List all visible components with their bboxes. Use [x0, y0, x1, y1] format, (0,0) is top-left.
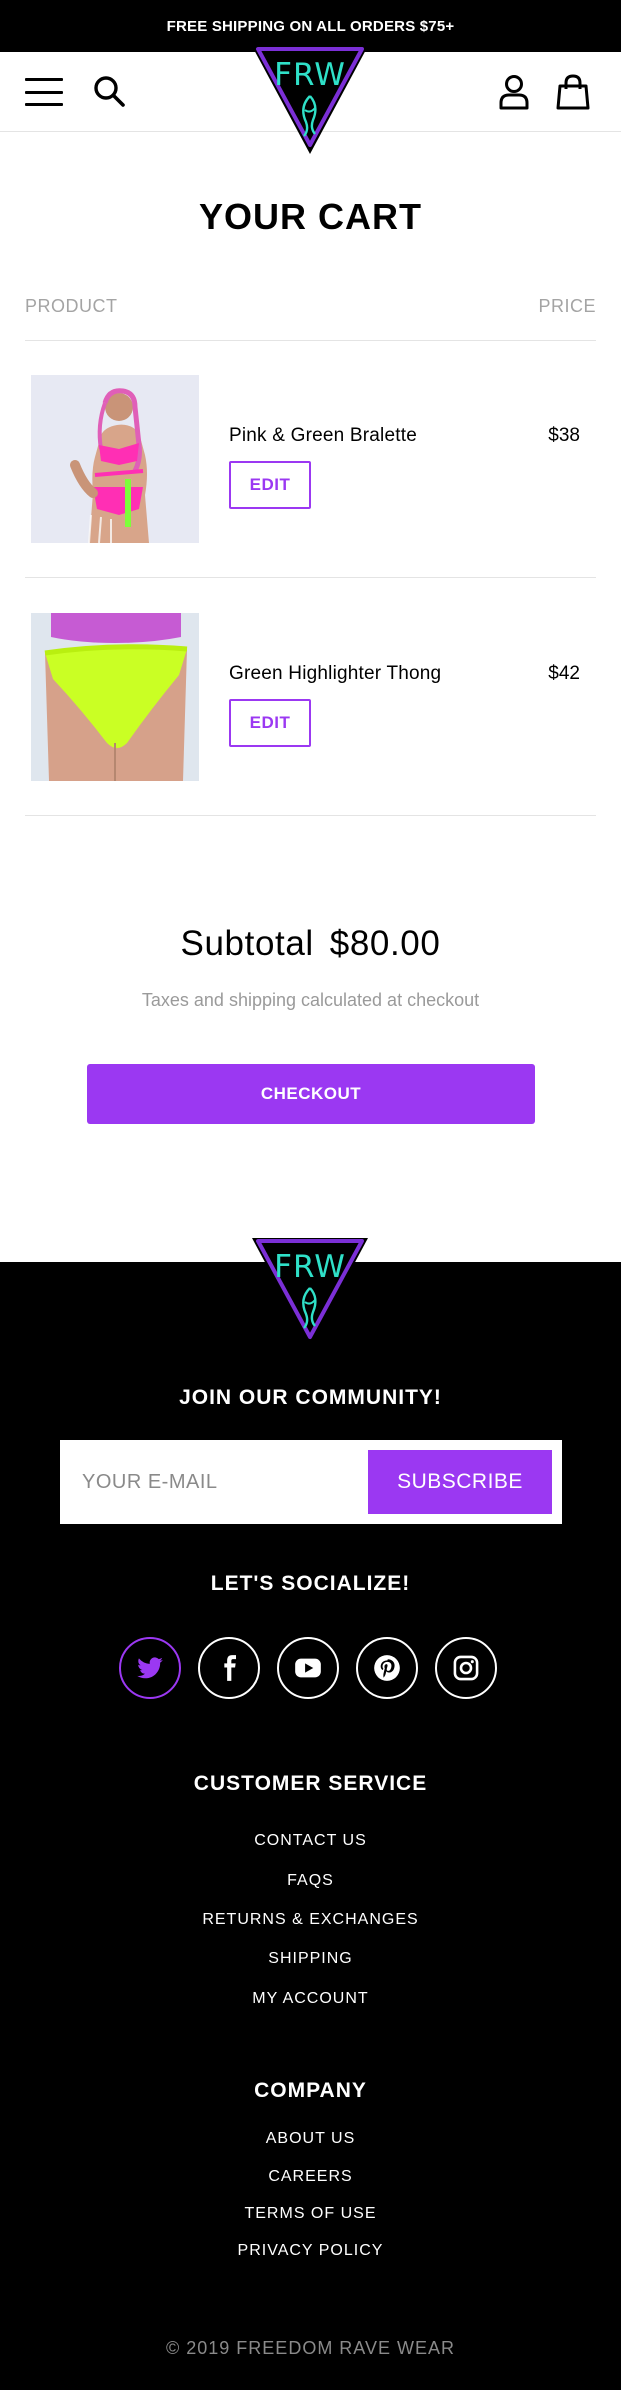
product-price: $42: [548, 663, 580, 684]
divider: [25, 340, 596, 341]
svg-text:FRW: FRW: [274, 57, 346, 93]
subtotal: Subtotal $80.00: [0, 924, 621, 964]
divider: [25, 577, 596, 578]
subscribe-button[interactable]: SUBSCRIBE: [368, 1450, 552, 1514]
footer-brand-logo[interactable]: FRW: [249, 1236, 371, 1348]
footer-link-contact-us[interactable]: CONTACT US: [0, 1832, 621, 1850]
edit-button[interactable]: EDIT: [229, 699, 311, 747]
twitter-link[interactable]: [119, 1637, 181, 1699]
newsletter-heading: JOIN OUR COMMUNITY!: [179, 1386, 442, 1409]
footer-link-privacy[interactable]: PRIVACY POLICY: [0, 2242, 621, 2260]
product-column-header: PRODUCT: [25, 296, 118, 316]
company-heading: COMPANY: [254, 2079, 367, 2102]
newsletter-form: SUBSCRIBE: [60, 1440, 562, 1524]
social-heading: LET'S SOCIALIZE!: [210, 1572, 411, 1595]
email-field[interactable]: [60, 1440, 360, 1524]
facebook-link[interactable]: [198, 1637, 260, 1699]
pinterest-icon: [374, 1655, 400, 1681]
footer-link-returns[interactable]: RETURNS & EXCHANGES: [0, 1911, 621, 1929]
search-icon[interactable]: [92, 74, 126, 108]
divider: [25, 815, 596, 816]
account-icon[interactable]: [497, 74, 531, 110]
footer-link-my-account[interactable]: MY ACCOUNT: [0, 1990, 621, 2008]
twitter-icon: [137, 1657, 163, 1679]
footer-link-terms[interactable]: TERMS OF USE: [0, 2205, 621, 2223]
youtube-icon: [295, 1658, 321, 1678]
instagram-icon: [453, 1655, 479, 1681]
footer-link-about-us[interactable]: ABOUT US: [0, 2130, 621, 2148]
checkout-button[interactable]: CHECKOUT: [87, 1064, 535, 1124]
shopping-bag-icon[interactable]: [556, 74, 590, 110]
cart-line-item: Green Highlighter Thong $42 EDIT: [25, 613, 596, 781]
footer-link-faqs[interactable]: FAQS: [0, 1872, 621, 1890]
product-name[interactable]: Pink & Green Bralette: [229, 425, 417, 447]
announcement-text: FREE SHIPPING ON ALL ORDERS $75+: [166, 17, 455, 35]
instagram-link[interactable]: [435, 1637, 497, 1699]
tax-note: Taxes and shipping calculated at checkou…: [141, 990, 480, 1010]
product-image[interactable]: [31, 375, 199, 543]
product-price: $38: [548, 425, 580, 446]
cart-column-headers: PRODUCT PRICE: [25, 296, 596, 317]
product-name[interactable]: Green Highlighter Thong: [229, 663, 441, 685]
footer-link-careers[interactable]: CAREERS: [0, 2168, 621, 2186]
edit-button[interactable]: EDIT: [229, 461, 311, 509]
youtube-link[interactable]: [277, 1637, 339, 1699]
subtotal-label: Subtotal: [180, 924, 314, 963]
brand-logo[interactable]: FRW: [249, 44, 371, 156]
subtotal-value: $80.00: [329, 924, 441, 963]
footer-link-shipping[interactable]: SHIPPING: [0, 1950, 621, 1968]
cart-line-item: Pink & Green Bralette $38 EDIT: [25, 375, 596, 543]
social-links: [119, 1637, 497, 1699]
copyright: © 2019 FREEDOM RAVE WEAR: [166, 2338, 455, 2358]
site-footer: FRW JOIN OUR COMMUNITY! SUBSCRIBE LET'S …: [0, 1238, 621, 2390]
pinterest-link[interactable]: [356, 1637, 418, 1699]
page-title: YOUR CART: [199, 196, 422, 237]
menu-icon[interactable]: [25, 78, 63, 106]
svg-text:FRW: FRW: [274, 1249, 346, 1285]
facebook-icon: [224, 1655, 236, 1681]
price-column-header: PRICE: [538, 296, 596, 316]
product-image[interactable]: [31, 613, 199, 781]
customer-service-heading: CUSTOMER SERVICE: [193, 1772, 428, 1795]
